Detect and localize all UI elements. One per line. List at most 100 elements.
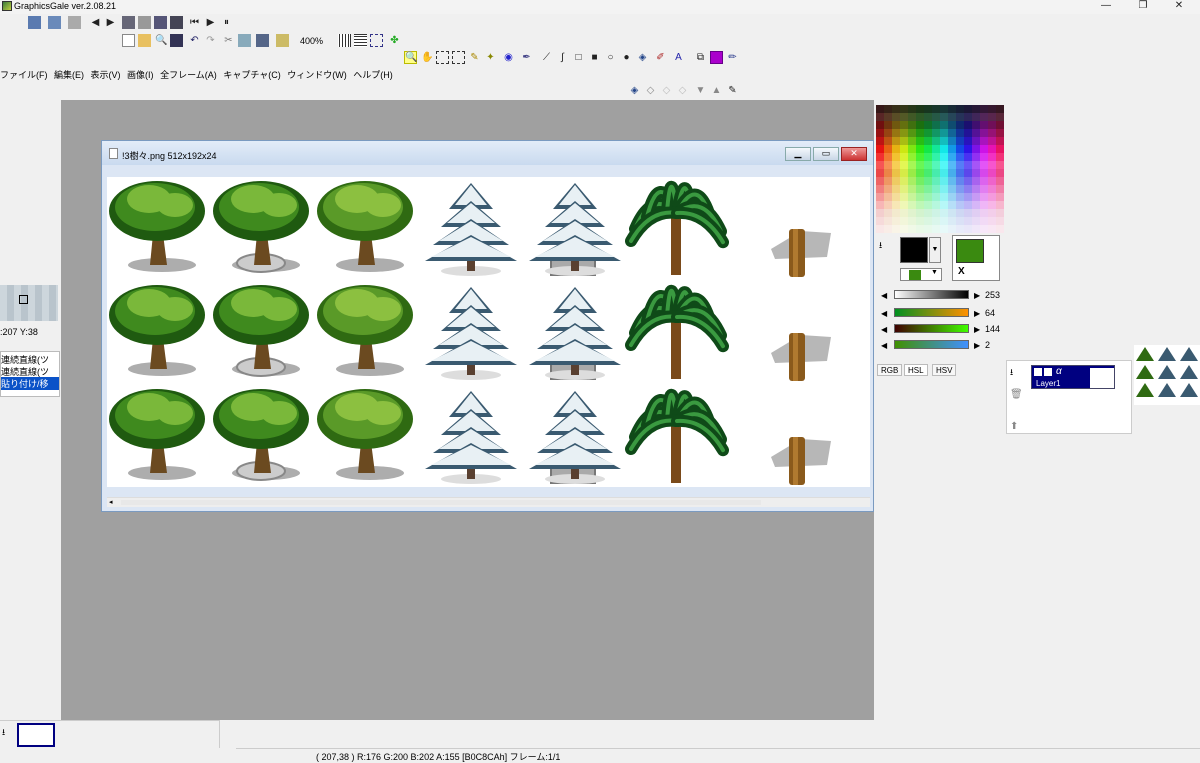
palette-swatch[interactable] [988, 113, 996, 121]
palette-swatch[interactable] [980, 145, 988, 153]
palette-swatch[interactable] [916, 217, 924, 225]
palette-swatch[interactable] [988, 153, 996, 161]
palette-swatch[interactable] [884, 137, 892, 145]
magic-wand-icon[interactable]: ✦ [484, 51, 497, 64]
palette-swatch[interactable] [884, 201, 892, 209]
history-list[interactable]: 連続直線(ツ 連続直線(ツ 貼り付け/移 [0, 351, 60, 397]
menu-image[interactable]: 画像(I) [127, 68, 154, 81]
palette-swatch[interactable] [892, 153, 900, 161]
slider-right-icon[interactable]: ▶ [974, 341, 980, 350]
palette-swatch[interactable] [916, 113, 924, 121]
palette-swatch[interactable] [876, 201, 884, 209]
palette-swatch[interactable] [900, 121, 908, 129]
palette-swatch[interactable] [924, 217, 932, 225]
palette-swatch[interactable] [988, 161, 996, 169]
palette-swatch[interactable] [932, 161, 940, 169]
palette-swatch[interactable] [932, 105, 940, 113]
frame-list-icon[interactable] [48, 16, 61, 29]
palette-swatch[interactable] [972, 217, 980, 225]
palette-swatch[interactable] [876, 185, 884, 193]
image-close-button[interactable]: ✕ [841, 147, 867, 161]
palette-swatch[interactable] [988, 177, 996, 185]
palette-swatch[interactable] [900, 201, 908, 209]
lasso-icon[interactable]: ✎ [468, 51, 481, 64]
palette-swatch[interactable] [972, 201, 980, 209]
palette-swatch[interactable] [876, 137, 884, 145]
palette-swatch[interactable] [876, 217, 884, 225]
image-minimize-button[interactable]: ▁ [785, 147, 811, 161]
palette-swatch[interactable] [884, 177, 892, 185]
palette-swatch[interactable] [996, 193, 1004, 201]
palette-swatch[interactable] [948, 153, 956, 161]
palette-swatch[interactable] [932, 225, 940, 233]
palette-swatch[interactable] [940, 201, 948, 209]
palette-swatch[interactable] [884, 121, 892, 129]
palette-swatch[interactable] [996, 201, 1004, 209]
palette-swatch[interactable] [876, 169, 884, 177]
green-slider[interactable] [894, 324, 969, 333]
frame-pin-icon[interactable]: ⭳ [2, 725, 5, 741]
palette-swatch[interactable] [964, 113, 972, 121]
pause-icon[interactable]: ⏸ [220, 16, 233, 29]
palette-swatch[interactable] [924, 185, 932, 193]
palette-swatch[interactable] [948, 217, 956, 225]
palette-swatch[interactable] [964, 169, 972, 177]
color-palette[interactable] [876, 105, 1004, 233]
palette-swatch[interactable] [996, 105, 1004, 113]
palette-swatch[interactable] [956, 121, 964, 129]
palette-swatch[interactable] [924, 137, 932, 145]
palette-swatch[interactable] [980, 113, 988, 121]
close-button[interactable]: ✕ [1160, 0, 1198, 14]
palette-swatch[interactable] [892, 193, 900, 201]
palette-swatch[interactable] [988, 105, 996, 113]
palette-swatch[interactable] [996, 137, 1004, 145]
slider-left-icon[interactable]: ◀ [881, 325, 887, 334]
palette-swatch[interactable] [988, 145, 996, 153]
fg-dropdown-icon[interactable]: ▼ [929, 237, 941, 263]
palette-swatch[interactable] [932, 129, 940, 137]
palette-swatch[interactable] [980, 185, 988, 193]
palette-swatch[interactable] [932, 217, 940, 225]
palette-swatch[interactable] [892, 201, 900, 209]
palette-swatch[interactable] [916, 209, 924, 217]
palette-swatch[interactable] [940, 225, 948, 233]
palette-swatch[interactable] [980, 105, 988, 113]
menu-file[interactable]: ファイル(F) [0, 68, 48, 81]
palette-swatch[interactable] [916, 185, 924, 193]
palette-swatch[interactable] [916, 153, 924, 161]
swap-colors-label[interactable]: X [958, 266, 965, 277]
palette-swatch[interactable] [980, 121, 988, 129]
palette-swatch[interactable] [924, 113, 932, 121]
palette-swatch[interactable] [956, 153, 964, 161]
horizontal-scrollbar[interactable]: ◂ [107, 497, 870, 507]
palette-swatch[interactable] [924, 145, 932, 153]
menu-window[interactable]: ウィンドウ(W) [287, 68, 347, 81]
palette-swatch[interactable] [884, 145, 892, 153]
properties-icon[interactable] [170, 16, 183, 29]
palette-swatch[interactable] [964, 137, 972, 145]
palette-swatch[interactable] [908, 169, 916, 177]
zoom-level[interactable]: 400% [300, 36, 323, 46]
palette-swatch[interactable] [924, 121, 932, 129]
layer-add-icon[interactable]: ◈ [628, 84, 641, 97]
layer-row[interactable]: α Layer1 [1031, 365, 1115, 389]
palette-swatch[interactable] [996, 161, 1004, 169]
scroll-thumb[interactable] [121, 500, 761, 505]
palette-swatch[interactable] [964, 201, 972, 209]
palette-swatch[interactable] [964, 177, 972, 185]
palette-swatch[interactable] [884, 153, 892, 161]
pen-icon[interactable]: ✒ [520, 51, 533, 64]
pin-icon[interactable]: ⭳ [879, 238, 882, 254]
sub-dropdown-icon[interactable]: ▼ [931, 269, 938, 276]
palette-swatch[interactable] [988, 169, 996, 177]
lock-icon[interactable] [1044, 368, 1052, 376]
tab-hsl[interactable]: HSL [904, 364, 928, 376]
pixel-grid-icon[interactable] [354, 34, 367, 47]
trash-icon[interactable]: 🗑 [1010, 389, 1023, 400]
palette-swatch[interactable] [884, 169, 892, 177]
rect-select-icon[interactable] [436, 51, 449, 64]
palette-swatch[interactable] [956, 193, 964, 201]
palette-swatch[interactable] [932, 185, 940, 193]
palette-swatch[interactable] [932, 145, 940, 153]
palette-swatch[interactable] [908, 177, 916, 185]
